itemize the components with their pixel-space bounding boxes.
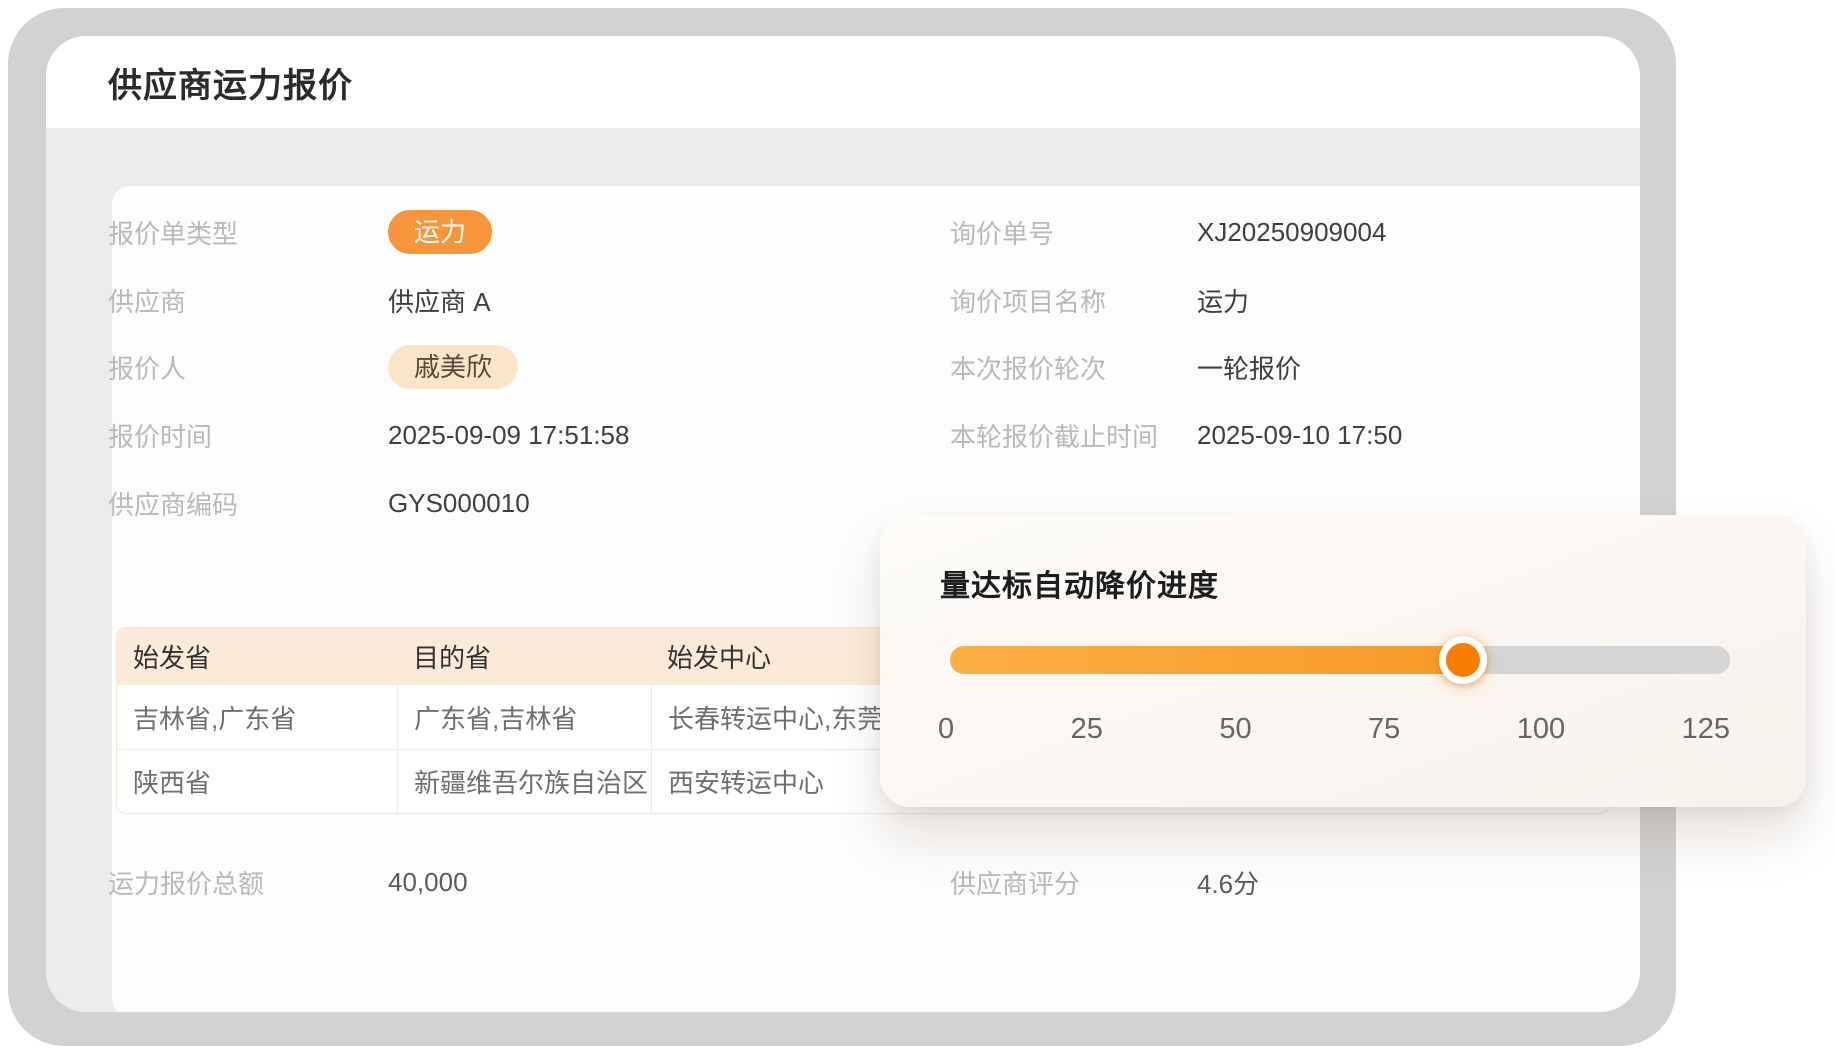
- field-supplier-score: 供应商评分 4.6分: [950, 860, 1610, 904]
- field-label: 供应商编码: [108, 485, 238, 522]
- field-inquiry-no: 询价单号 XJ20250909004: [950, 210, 1610, 254]
- quote-type-badge: 运力: [388, 210, 492, 254]
- page-title: 供应商运力报价: [46, 58, 353, 107]
- slider-thumb-handle[interactable]: [1439, 636, 1487, 684]
- field-inquiry-project: 询价项目名称 运力: [950, 278, 1610, 322]
- field-value: 戚美欣: [388, 345, 518, 389]
- field-round-deadline: 本轮报价截止时间 2025-09-10 17:50: [950, 413, 1610, 457]
- field-label: 询价单号: [950, 214, 1054, 251]
- cell-origin-province: 陕西省: [117, 763, 397, 800]
- field-supplier-code: 供应商编码 GYS000010: [108, 481, 868, 525]
- cell-dest-province: 新疆维吾尔族自治区: [397, 750, 651, 813]
- screenshot-stage: 供应商运力报价 报价单类型 运力 供应商 供应商 A 报价人 戚美欣 报价时间 …: [0, 0, 1834, 1056]
- field-label: 本轮报价截止时间: [950, 417, 1158, 454]
- field-label: 供应商评分: [950, 864, 1080, 901]
- tick-label: 75: [1368, 713, 1400, 746]
- cell-origin-province: 吉林省,广东省: [117, 699, 397, 736]
- field-quoter: 报价人 戚美欣: [108, 345, 868, 389]
- tick-label: 125: [1682, 713, 1730, 746]
- field-quote-time: 报价时间 2025-09-09 17:51:58: [108, 413, 868, 457]
- field-label: 询价项目名称: [950, 282, 1106, 319]
- field-supplier: 供应商 供应商 A: [108, 278, 868, 322]
- field-value: 运力: [1197, 282, 1249, 319]
- field-value: 4.6分: [1197, 864, 1259, 901]
- field-value: 40,000: [388, 867, 468, 898]
- field-label: 报价单类型: [108, 214, 238, 251]
- field-value: 2025-09-10 17:50: [1197, 420, 1402, 451]
- field-quote-round: 本次报价轮次 一轮报价: [950, 345, 1610, 389]
- progress-slider[interactable]: [950, 646, 1730, 674]
- tick-label: 25: [1071, 713, 1103, 746]
- col-header-origin-province: 始发省: [117, 638, 397, 675]
- field-label: 报价人: [108, 349, 186, 386]
- tick-label: 50: [1219, 713, 1251, 746]
- field-label: 供应商: [108, 282, 186, 319]
- field-label: 运力报价总额: [108, 864, 264, 901]
- slider-tick-labels: 0 25 50 75 100 125: [938, 713, 1730, 746]
- field-label: 报价时间: [108, 417, 212, 454]
- col-header-dest-province: 目的省: [397, 638, 651, 675]
- field-value: 一轮报价: [1197, 349, 1301, 386]
- tick-label: 100: [1517, 713, 1565, 746]
- tick-label: 0: [938, 713, 954, 746]
- auto-price-reduction-popup: 量达标自动降价进度 0 25 50 75 100 125: [880, 515, 1806, 807]
- field-total-quote: 运力报价总额 40,000: [108, 860, 868, 904]
- page-header: 供应商运力报价: [46, 36, 1640, 128]
- popup-title: 量达标自动降价进度: [940, 561, 1219, 605]
- slider-fill: [950, 646, 1463, 674]
- field-value: XJ20250909004: [1197, 217, 1386, 248]
- field-value: 2025-09-09 17:51:58: [388, 420, 629, 451]
- field-value: 供应商 A: [388, 282, 491, 319]
- field-label: 本次报价轮次: [950, 349, 1106, 386]
- field-quote-type: 报价单类型 运力: [108, 210, 868, 254]
- field-value: GYS000010: [388, 488, 530, 519]
- cell-dest-province: 广东省,吉林省: [397, 685, 651, 749]
- quoter-badge: 戚美欣: [388, 345, 518, 389]
- field-value: 运力: [388, 210, 492, 254]
